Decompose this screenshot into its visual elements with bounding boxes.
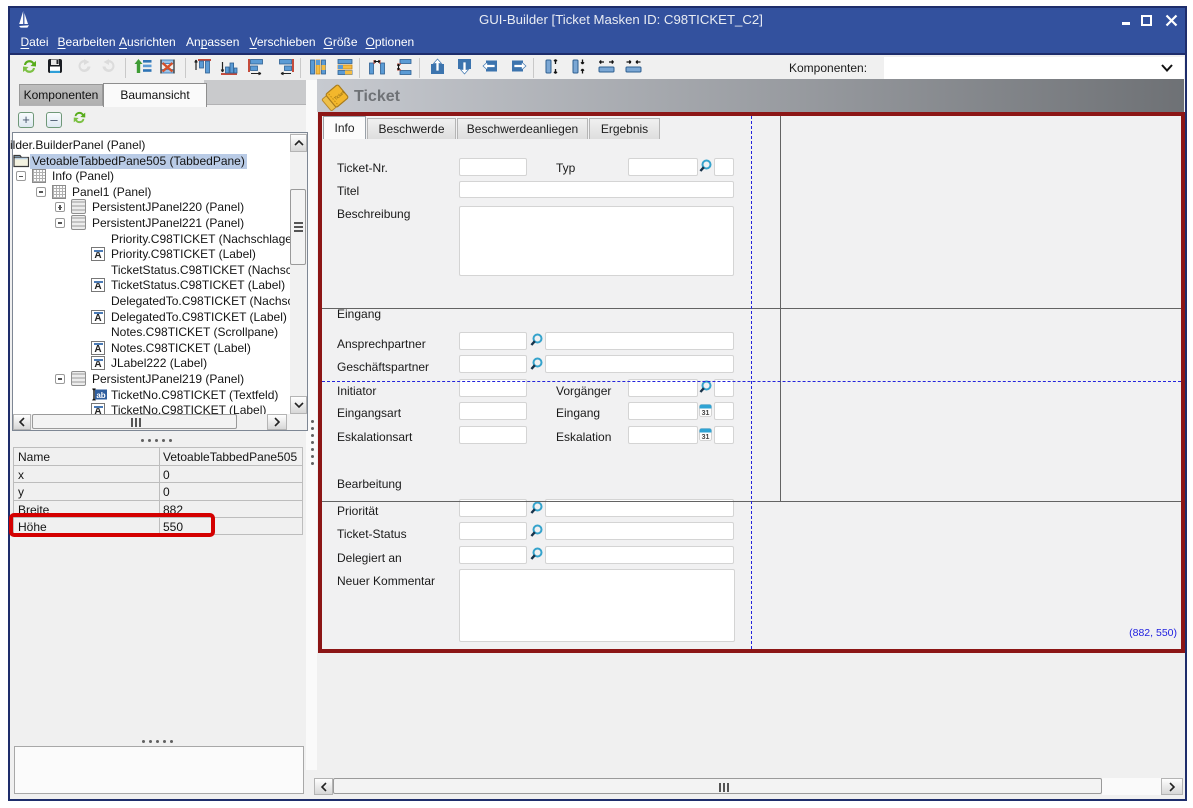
svg-text:ab: ab bbox=[96, 391, 105, 400]
